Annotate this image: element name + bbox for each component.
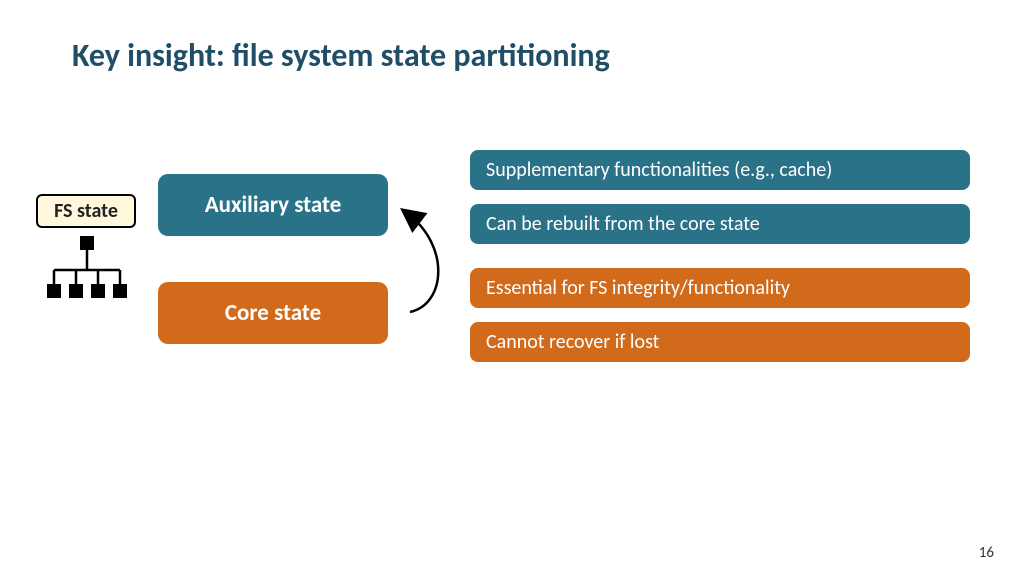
fs-state-label: FS state xyxy=(36,194,136,228)
slide: Key insight: file system state partition… xyxy=(0,0,1024,576)
rebuild-arrow-icon xyxy=(388,196,468,326)
aux-bar-2: Can be rebuilt from the core state xyxy=(470,204,970,244)
tree-icon xyxy=(42,234,132,314)
slide-title: Key insight: file system state partition… xyxy=(72,36,610,75)
auxiliary-state-pill: Auxiliary state xyxy=(158,174,388,236)
core-bar-2: Cannot recover if lost xyxy=(470,322,970,362)
aux-bar-1: Supplementary functionalities (e.g., cac… xyxy=(470,150,970,190)
page-number: 16 xyxy=(979,544,994,562)
core-state-pill: Core state xyxy=(158,282,388,344)
core-bar-1: Essential for FS integrity/functionality xyxy=(470,268,970,308)
